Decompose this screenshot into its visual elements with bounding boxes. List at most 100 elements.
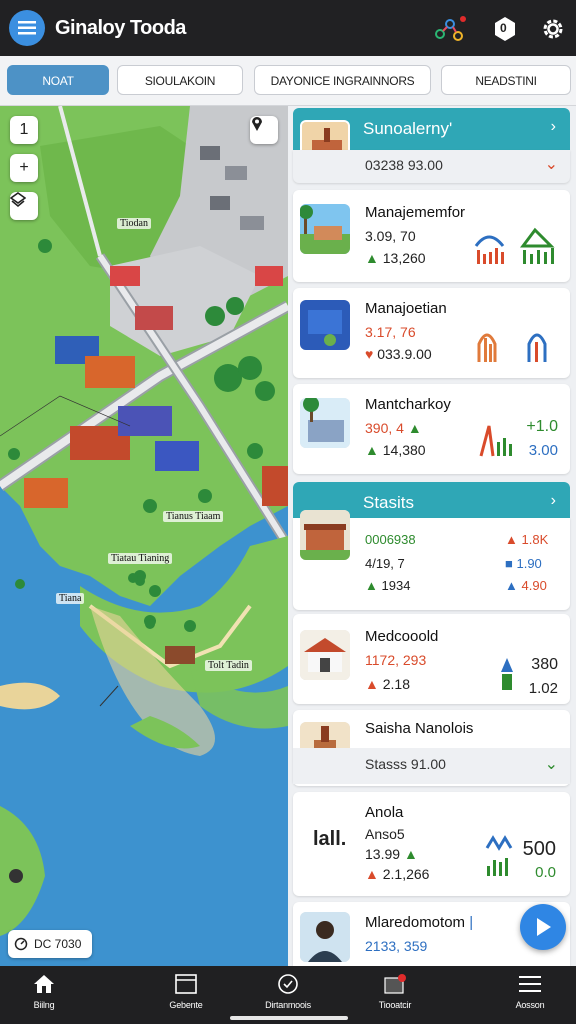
results-panel[interactable]: Sunoalerny' › 03238 93.00 ⌄ Manajememfor… — [288, 106, 576, 966]
map-label-tiodan: Tiodan — [117, 218, 151, 229]
location-pin-icon — [252, 117, 262, 131]
settings-button[interactable] — [536, 12, 570, 46]
list-item-anola[interactable]: lall. Anola Anso5 13.99 ▲ ▲ 2.1,266 500 … — [293, 792, 570, 896]
item-metric-2: 1.02 — [528, 680, 558, 697]
stat-right-3: ▲ 4.90 — [505, 578, 547, 593]
tab-neadstini[interactable]: NEADSTINI — [441, 65, 571, 95]
item-metric-2: 0.0 — [535, 864, 556, 881]
nav-label: Tiooatcir — [378, 1000, 412, 1010]
map-zoom-level-button[interactable]: 1 — [10, 116, 38, 144]
item-title: Medcooold — [365, 628, 439, 645]
notification-count: 0 — [500, 21, 507, 35]
chevron-down-icon[interactable]: ⌄ — [545, 754, 558, 774]
nav-label: Dirtanmoois — [265, 1000, 311, 1010]
nav-compass[interactable]: Dirtanmoois — [238, 972, 338, 1018]
item-title: Manajoetian — [365, 300, 447, 317]
map-location-button[interactable] — [250, 116, 278, 144]
nav-window[interactable]: Gebente — [136, 972, 236, 1018]
item-value-primary: 2133, 359 — [365, 938, 428, 954]
window-icon — [175, 974, 197, 994]
item-title: Saisha Nanolois — [365, 720, 474, 737]
hamburger-menu-button[interactable] — [9, 10, 45, 46]
stat-left-3: ▲ 1934 — [365, 578, 411, 593]
map-scale-readout: DC 7030 — [8, 930, 92, 958]
item-value-primary: 3.17, 76 — [365, 324, 416, 340]
section-title-summary: Sunoalerny' — [363, 119, 453, 138]
item-metric-1: 500 — [522, 838, 556, 860]
home-indicator[interactable] — [230, 1016, 348, 1020]
item-metric-1: 380 — [531, 656, 558, 673]
map-canvas — [0, 106, 288, 966]
nav-label: Aosson — [515, 1000, 545, 1010]
chevron-right-icon: › — [550, 492, 556, 509]
nav-home[interactable]: Biilng — [0, 972, 94, 1018]
network-icon — [435, 16, 466, 41]
item-value-primary: 390, 4 ▲ — [365, 420, 422, 436]
item-value-secondary: ♥ 033.9.00 — [365, 346, 432, 362]
thumbnail-resort — [300, 204, 350, 254]
app-root: Ginaloy Tooda 0 NOAT SIOULAKOIN DAYONICE… — [0, 0, 576, 1024]
item-value-secondary: ▲ 13,260 — [365, 250, 426, 266]
thumbnail-station — [300, 630, 350, 680]
nav-label: Biilng — [33, 1000, 55, 1010]
map-label-tolt-tadin: Tolt Tadin — [205, 660, 252, 671]
notification-button[interactable]: 0 — [488, 12, 522, 46]
section-header-summary[interactable]: Sunoalerny' › — [293, 108, 570, 170]
menu-lines-icon — [519, 976, 541, 992]
summary-row[interactable]: 03238 93.00 ⌄ — [293, 150, 570, 183]
tab-bar: NOAT SIOULAKOIN DAYONICE INGRAINNORS NEA… — [0, 56, 576, 106]
item-rate: 3.00 — [528, 442, 558, 459]
item-change: +1.0 — [526, 418, 558, 435]
nav-inbox[interactable]: Tiooatcir — [345, 972, 445, 1018]
list-item-mantcharkoy[interactable]: Mantcharkoy 390, 4 ▲ ▲ 14,380 +1.0 3.00 — [293, 384, 570, 474]
map-label-tianus-tiaam: Tianus Tiaam — [163, 511, 224, 522]
top-bar: Ginaloy Tooda 0 — [0, 0, 576, 56]
nav-menu[interactable]: Aosson — [480, 972, 576, 1018]
chevron-right-icon: › — [550, 118, 556, 135]
scale-text: DC 7030 — [34, 937, 82, 951]
tab-sioulakoin[interactable]: SIOULAKOIN — [117, 65, 243, 95]
avatar — [300, 912, 350, 962]
thumbnail-hotel — [300, 398, 350, 448]
list-item-manajememfor[interactable]: Manajememfor 3.09, 70 ▲ 13,260 — [293, 190, 570, 282]
mini-chart-icon — [479, 425, 512, 457]
item-value-primary: 1172, 293 — [365, 652, 427, 668]
mini-chart-icon — [485, 835, 513, 876]
inbox-icon — [384, 974, 406, 994]
settings-gear-icon — [543, 19, 563, 39]
item-value-secondary: ▲ 2.18 — [365, 676, 410, 692]
stat-right-1: ▲ 1.8K — [505, 532, 549, 547]
network-button[interactable] — [432, 12, 466, 46]
stat-left-1: 0006938 — [365, 532, 416, 547]
section-title-stats: Stasits — [363, 493, 415, 512]
thumbnail-document — [300, 300, 350, 350]
tab-dayonice[interactable]: DAYONICE INGRAINNORS — [254, 65, 431, 95]
map-view[interactable]: 1 + Tiodan Tianus Tiaam Tiatau Tianing T… — [0, 106, 288, 966]
play-fab-button[interactable] — [520, 904, 566, 950]
compass-icon — [278, 974, 298, 994]
list-item-medcooold[interactable]: Manajememfor Medcooold 1172, 293 ▲ 2.18 … — [293, 614, 570, 704]
list-item-saisha-nanolois[interactable]: Saisha Nanolois Stasss 91.00 ⌄ — [293, 710, 570, 786]
item-value-primary: Stasss 91.00 — [365, 756, 446, 772]
thumbnail-building — [300, 510, 350, 560]
item-value-primary: Anso5 — [365, 826, 405, 842]
summary-value: 03238 93.00 — [365, 157, 443, 173]
item-title: Anola — [365, 804, 404, 821]
home-icon — [34, 975, 54, 993]
item-title: Manajememfor — [365, 204, 466, 221]
heart-icon: ♥ — [365, 346, 374, 362]
item-title: Mantcharkoy — [365, 396, 451, 413]
map-layers-button[interactable] — [10, 192, 38, 220]
map-label-tiatau-tianing: Tiatau Tianing — [108, 553, 173, 564]
item-value-secondary: 13.99 ▲ — [365, 846, 418, 862]
map-zoom-in-button[interactable]: + — [10, 154, 38, 182]
item-value-tertiary: ▲ 2.1,266 — [365, 866, 430, 882]
mini-chart-icon — [477, 333, 547, 362]
list-item-manajoetian[interactable]: Manajoetian 3.17, 76 ♥ 033.9.00 — [293, 288, 570, 378]
stats-card[interactable]: 0006938 4/19, 7 ▲ 1934 ▲ 1.8K ■ 1.90 ▲ 4… — [293, 510, 570, 610]
item-title: Mlaredomotom | — [365, 914, 474, 931]
nav-label: Gebente — [169, 1000, 203, 1010]
tab-noat[interactable]: NOAT — [7, 65, 109, 95]
chevron-down-icon[interactable]: ⌄ — [545, 154, 558, 174]
anola-logo: lall. — [313, 828, 347, 850]
